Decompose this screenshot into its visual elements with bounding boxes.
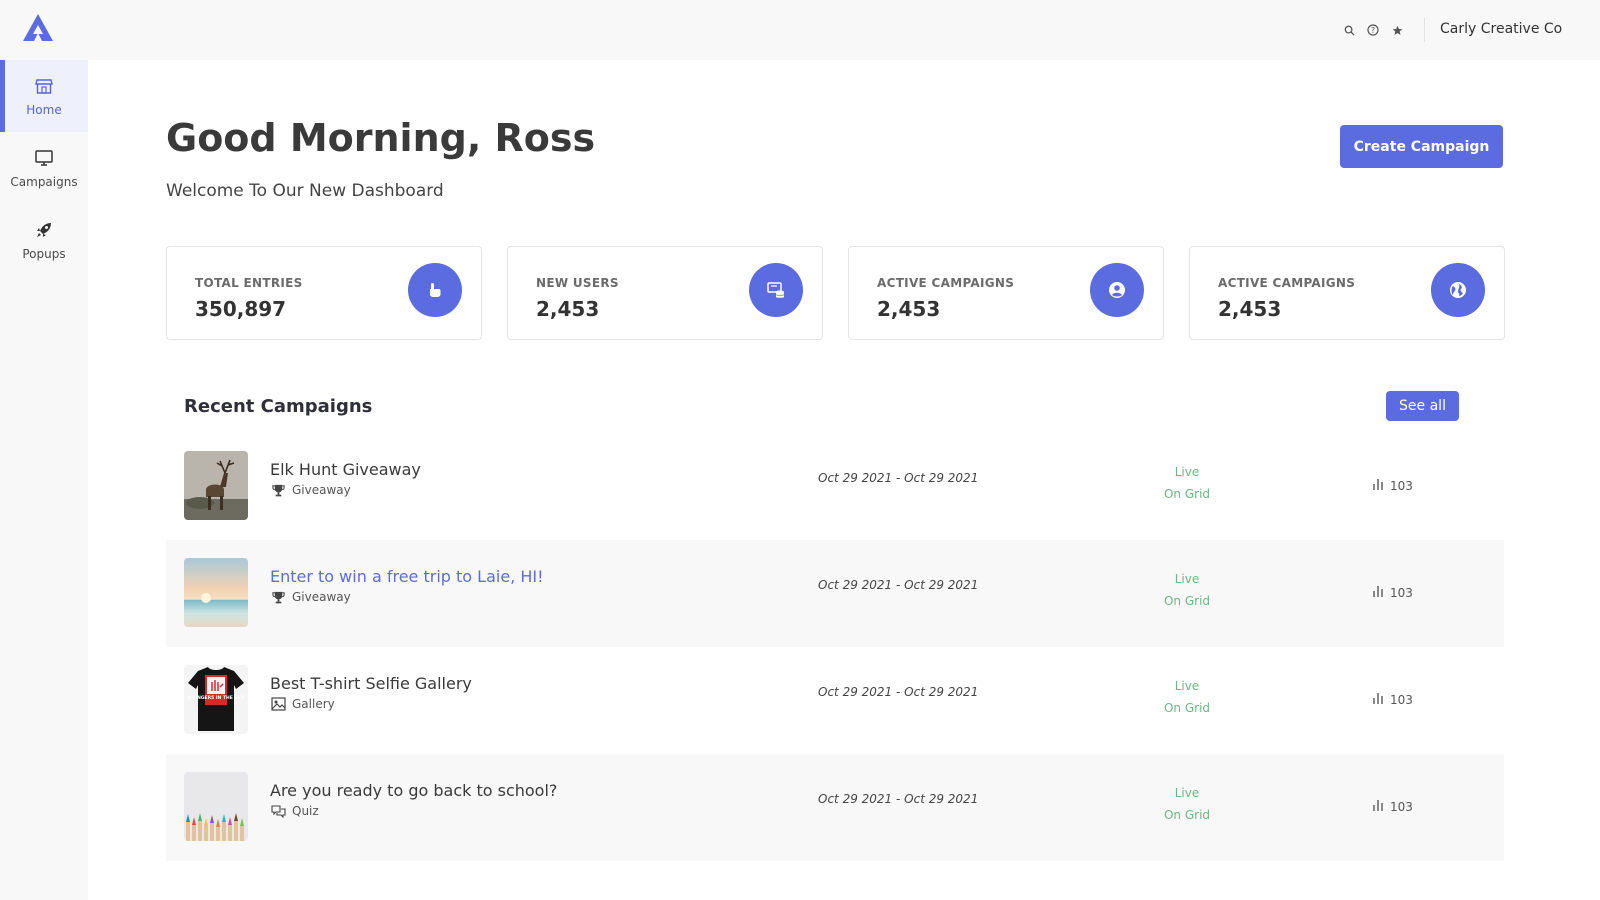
sidebar-item-label: Home	[26, 103, 62, 117]
status-on-grid: On Grid	[1163, 808, 1211, 822]
campaign-row[interactable]: 3 FINGERS IN THE SKY Best T-shirt Selfie…	[166, 647, 1504, 754]
status-on-grid: On Grid	[1163, 594, 1211, 608]
tshirt-print-text: 3 FINGERS IN THE SKY	[188, 695, 245, 701]
bar-chart-icon	[1372, 799, 1384, 814]
create-campaign-button[interactable]: Create Campaign	[1340, 125, 1503, 168]
globe-icon	[1431, 263, 1485, 317]
chat-bubbles-icon	[270, 804, 286, 818]
section-title-recent-campaigns: Recent Campaigns	[184, 396, 373, 417]
campaign-row[interactable]: Enter to win a free trip to Laie, HI! Gi…	[166, 540, 1504, 647]
campaign-thumbnail-tshirt: 3 FINGERS IN THE SKY	[184, 665, 248, 734]
campaign-thumbnail-elk	[184, 451, 248, 520]
hand-pointer-icon	[408, 263, 462, 317]
stats-count: 103	[1390, 692, 1413, 707]
star-icon[interactable]	[1390, 23, 1404, 37]
user-circle-icon	[1090, 263, 1144, 317]
campaign-status: Live On Grid	[1152, 675, 1222, 719]
sidebar-item-home[interactable]: Home	[0, 60, 88, 132]
campaign-name[interactable]: Enter to win a free trip to Laie, HI!	[270, 567, 544, 586]
stat-value: 2,453	[1218, 297, 1282, 321]
stat-label: NEW USERS	[536, 276, 619, 290]
campaign-stats[interactable]: 103	[1372, 692, 1413, 707]
status-live: Live	[1174, 465, 1200, 479]
campaign-type: Giveaway	[270, 483, 351, 497]
top-header: ? Carly Creative Co	[0, 0, 1600, 60]
campaign-type-label: Quiz	[292, 804, 319, 818]
search-icon[interactable]	[1342, 23, 1356, 37]
campaign-name[interactable]: Best T-shirt Selfie Gallery	[270, 674, 472, 693]
stat-card-active-campaigns: ACTIVE CAMPAIGNS 2,453	[848, 246, 1164, 340]
campaign-stats[interactable]: 103	[1372, 799, 1413, 814]
campaign-row[interactable]: Elk Hunt Giveaway Giveaway Oct 29 2021 -…	[166, 433, 1504, 540]
stat-label: ACTIVE CAMPAIGNS	[877, 276, 1015, 290]
campaign-dates: Oct 29 2021 - Oct 29 2021	[818, 685, 979, 699]
trophy-icon	[270, 590, 286, 604]
rocket-icon	[33, 219, 55, 241]
page-subtitle: Welcome To Our New Dashboard	[166, 181, 444, 201]
monitor-icon	[33, 147, 55, 169]
bar-chart-icon	[1372, 478, 1384, 493]
campaign-row[interactable]: Are you ready to go back to school? Quiz…	[166, 754, 1504, 861]
stats-count: 103	[1390, 799, 1413, 814]
database-icon	[749, 263, 803, 317]
stat-card-new-users: NEW USERS 2,453	[507, 246, 823, 340]
campaign-type: Quiz	[270, 804, 319, 818]
sidebar-item-popups[interactable]: Popups	[0, 204, 88, 276]
see-all-button[interactable]: See all	[1386, 391, 1459, 421]
sidebar: Home Campaigns Popups	[0, 60, 88, 900]
storefront-icon	[33, 75, 55, 97]
stats-count: 103	[1390, 478, 1413, 493]
status-live: Live	[1174, 572, 1200, 586]
stats-count: 103	[1390, 585, 1413, 600]
status-on-grid: On Grid	[1163, 487, 1211, 501]
campaign-type-label: Giveaway	[292, 483, 351, 497]
stat-value: 2,453	[877, 297, 941, 321]
svg-text:?: ?	[1371, 26, 1375, 35]
bar-chart-icon	[1372, 692, 1384, 707]
sidebar-item-campaigns[interactable]: Campaigns	[0, 132, 88, 204]
campaign-thumbnail-beach	[184, 558, 248, 627]
stat-card-total-entries: TOTAL ENTRIES 350,897	[166, 246, 482, 340]
sidebar-item-label: Popups	[22, 247, 66, 261]
image-icon	[270, 697, 286, 711]
status-on-grid: On Grid	[1163, 701, 1211, 715]
trophy-icon	[270, 483, 286, 497]
status-live: Live	[1174, 679, 1200, 693]
campaign-status: Live On Grid	[1152, 568, 1222, 612]
page-title: Good Morning, Ross	[166, 116, 596, 160]
help-icon[interactable]: ?	[1366, 23, 1380, 37]
campaign-type-label: Gallery	[292, 697, 335, 711]
campaign-type-label: Giveaway	[292, 590, 351, 604]
campaign-type: Giveaway	[270, 590, 351, 604]
campaign-status: Live On Grid	[1152, 782, 1222, 826]
status-live: Live	[1174, 786, 1200, 800]
campaign-stats[interactable]: 103	[1372, 478, 1413, 493]
stat-value: 350,897	[195, 297, 287, 321]
campaign-thumbnail-pencils	[184, 772, 248, 841]
stat-card-active-campaigns-2: ACTIVE CAMPAIGNS 2,453	[1189, 246, 1505, 340]
campaign-dates: Oct 29 2021 - Oct 29 2021	[818, 792, 979, 806]
stat-value: 2,453	[536, 297, 600, 321]
campaign-status: Live On Grid	[1152, 461, 1222, 505]
campaign-name[interactable]: Elk Hunt Giveaway	[270, 460, 421, 479]
campaign-stats[interactable]: 103	[1372, 585, 1413, 600]
stat-label: ACTIVE CAMPAIGNS	[1218, 276, 1356, 290]
campaign-dates: Oct 29 2021 - Oct 29 2021	[818, 471, 979, 485]
campaign-dates: Oct 29 2021 - Oct 29 2021	[818, 578, 979, 592]
bar-chart-icon	[1372, 585, 1384, 600]
campaign-name[interactable]: Are you ready to go back to school?	[270, 781, 557, 800]
header-divider	[1424, 18, 1425, 42]
company-name[interactable]: Carly Creative Co	[1440, 21, 1562, 37]
header-icons: ?	[1342, 23, 1404, 37]
logo-icon[interactable]	[22, 13, 54, 43]
stat-label: TOTAL ENTRIES	[195, 276, 303, 290]
campaign-type: Gallery	[270, 697, 335, 711]
sidebar-item-label: Campaigns	[10, 175, 78, 189]
